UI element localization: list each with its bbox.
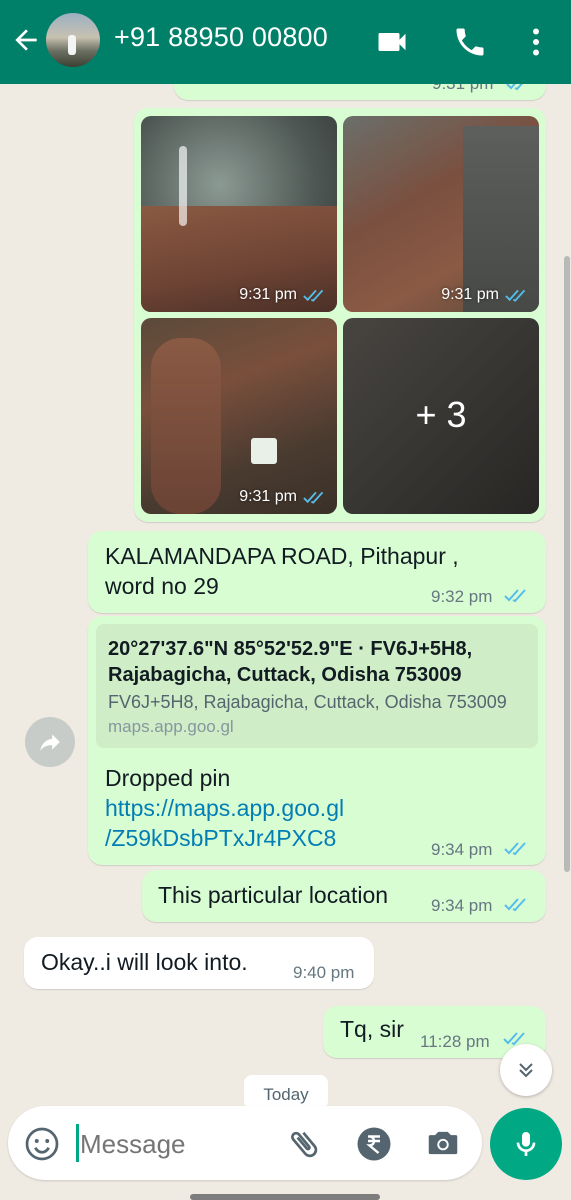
- phone-icon[interactable]: [452, 24, 488, 60]
- double-check-icon: [504, 589, 526, 603]
- double-check-icon: [303, 289, 324, 302]
- message-text: Tq, sir: [340, 1016, 404, 1042]
- microphone-button[interactable]: [490, 1108, 562, 1180]
- link-preview-title: Rajabagicha, Cuttack, Odisha 753009: [108, 664, 462, 686]
- link-preview-card[interactable]: 20°27'37.6"N 85°52'52.9"E · FV6J+5H8, Ra…: [96, 624, 538, 748]
- link-preview-domain: maps.app.goo.gl: [108, 717, 234, 736]
- photo-album-bubble[interactable]: 9:31 pm 9:31 pm 9:31 pm + 3: [134, 108, 546, 522]
- message-bubble-address[interactable]: KALAMANDAPA ROAD, Pithapur , word no 29 …: [88, 531, 546, 613]
- debris-shape: [251, 438, 277, 464]
- video-call-icon[interactable]: [374, 24, 410, 60]
- ground-shape: [463, 126, 539, 312]
- double-check-icon: [505, 289, 526, 302]
- message-time: 11:28 pm: [420, 1032, 490, 1051]
- photo-time: 9:31 pm: [441, 286, 499, 303]
- rupee-icon[interactable]: [356, 1126, 392, 1162]
- more-vertical-icon[interactable]: [518, 24, 554, 60]
- message-text: This particular location: [158, 882, 389, 908]
- forward-icon: [40, 734, 60, 751]
- scroll-to-bottom-button[interactable]: [500, 1044, 552, 1096]
- link-preview-description: FV6J+5H8, Rajabagicha, Cuttack, Odisha 7…: [108, 692, 507, 712]
- message-time: 9:34 pm: [431, 896, 493, 915]
- camera-icon[interactable]: [424, 1124, 462, 1162]
- double-check-icon: [504, 898, 526, 912]
- chat-header: +91 88950 00800: [0, 0, 571, 84]
- microphone-icon: [516, 1132, 536, 1156]
- double-check-icon: [303, 491, 324, 504]
- home-indicator: [190, 1194, 380, 1200]
- double-check-icon: [504, 842, 526, 856]
- photo-thumbnail-more[interactable]: + 3: [343, 318, 539, 514]
- message-text: Okay..i will look into.: [41, 949, 248, 975]
- message-time: 9:32 pm: [431, 587, 493, 606]
- avatar[interactable]: [46, 13, 100, 67]
- message-bubble-particular[interactable]: This particular location 9:34 pm: [142, 870, 546, 922]
- message-bubble-incoming[interactable]: Okay..i will look into. 9:40 pm: [24, 937, 374, 989]
- message-link[interactable]: /Z59kDsbPTxJr4PXC8: [105, 823, 336, 854]
- message-input[interactable]: [80, 1128, 270, 1160]
- text-caret: [76, 1124, 79, 1162]
- pipe-shape: [151, 338, 221, 514]
- message-text: Dropped pin: [105, 765, 231, 791]
- emoji-icon[interactable]: [24, 1126, 60, 1162]
- message-text: KALAMANDAPA ROAD, Pithapur ,: [105, 543, 459, 569]
- message-link[interactable]: https://maps.app.goo.gl: [105, 793, 344, 824]
- arrow-left-icon[interactable]: [10, 24, 42, 56]
- water-spray: [179, 146, 187, 226]
- photo-thumbnail[interactable]: 9:31 pm: [141, 116, 337, 312]
- photo-time: 9:31 pm: [239, 286, 297, 303]
- photo-time: 9:31 pm: [239, 488, 297, 505]
- photo-thumbnail[interactable]: 9:31 pm: [343, 116, 539, 312]
- more-photos-count: + 3: [415, 394, 467, 435]
- scrollbar[interactable]: [564, 256, 570, 872]
- message-time: 9:40 pm: [293, 963, 355, 982]
- date-chip: Today: [244, 1075, 328, 1109]
- paperclip-icon[interactable]: [286, 1126, 322, 1162]
- link-preview-title: 20°27'37.6"N 85°52'52.9"E · FV6J+5H8,: [108, 638, 473, 660]
- chevron-double-down-icon: [519, 1063, 533, 1078]
- message-text: word no 29: [105, 573, 219, 599]
- contact-name[interactable]: +91 88950 00800: [114, 22, 328, 53]
- message-time: 9:34 pm: [431, 840, 493, 859]
- photo-thumbnail[interactable]: 9:31 pm: [141, 318, 337, 514]
- forward-button[interactable]: [25, 717, 75, 767]
